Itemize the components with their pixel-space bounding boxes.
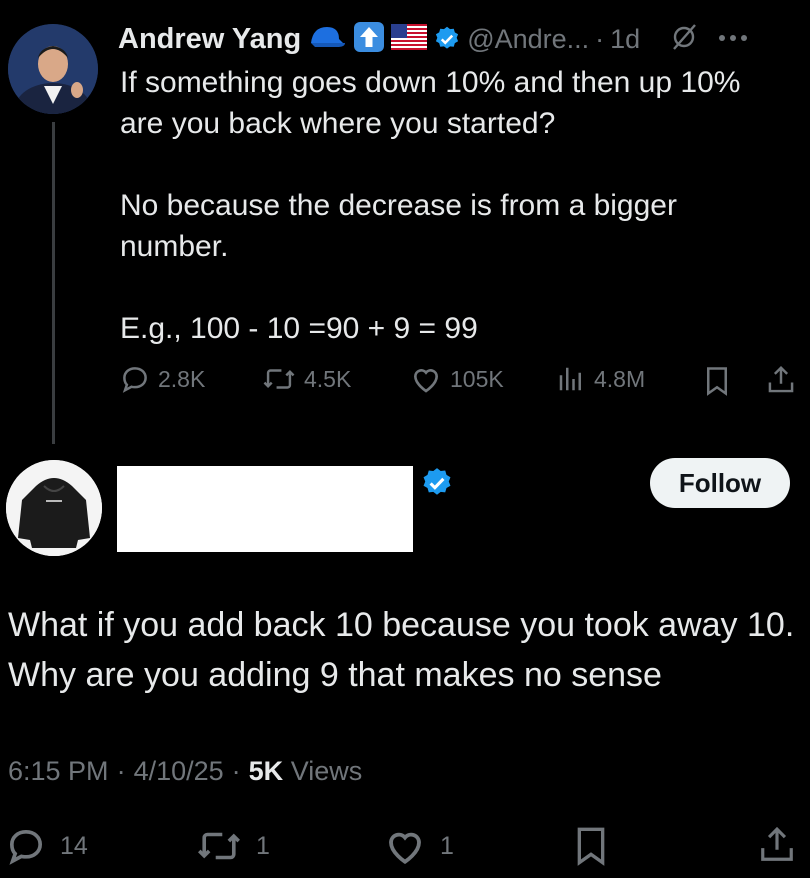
reply-timestamp-row: 6:15 PM · 4/10/25 · 5K Views <box>8 756 362 787</box>
repost-icon <box>198 832 240 860</box>
reply-text: What if you add back 10 because you took… <box>8 606 795 694</box>
heart-icon <box>389 832 421 865</box>
reply-count: 2.8K <box>158 365 206 392</box>
author-name[interactable]: Andrew Yang <box>118 23 301 56</box>
like-action[interactable]: 105K <box>410 364 504 394</box>
reply-views[interactable]: 5K Views <box>249 756 363 787</box>
reply-verified-badge-icon <box>420 466 454 500</box>
reply-views-label: Views <box>290 756 363 786</box>
heart-icon <box>413 369 439 393</box>
reply-repost-action[interactable]: 1 <box>196 826 270 866</box>
repost-count: 4.5K <box>304 365 352 392</box>
reply-action[interactable]: 2.8K <box>120 364 205 394</box>
tweet-header: Andrew Yang @Andre... · 1d <box>118 16 808 62</box>
up-arrow-emoji-icon <box>353 21 385 58</box>
thread-connector-line <box>52 122 55 444</box>
avatar-photo-icon <box>8 24 98 114</box>
share-button[interactable] <box>766 364 796 401</box>
hoodie-avatar-icon <box>6 460 102 556</box>
reply-like-action[interactable]: 1 <box>384 826 454 866</box>
tweet-age[interactable]: 1d <box>610 24 640 55</box>
meta-dot: · <box>116 756 126 786</box>
reply-date[interactable]: 4/10/25 <box>134 756 224 787</box>
reply-like-count: 1 <box>440 831 454 860</box>
grok-icon[interactable] <box>670 23 698 56</box>
follow-button[interactable]: Follow <box>650 458 790 508</box>
verified-badge-icon <box>433 25 461 53</box>
redacted-name-box <box>117 466 413 552</box>
reply-icon <box>9 829 43 865</box>
us-flag-icon <box>391 23 428 55</box>
bookmark-button[interactable] <box>704 366 730 401</box>
share-icon <box>761 826 793 861</box>
meta-separator: · <box>595 23 605 54</box>
repost-action[interactable]: 4.5K <box>262 364 351 394</box>
meta-dot: · <box>231 756 241 786</box>
reply-reply-count: 14 <box>60 831 88 860</box>
views-action[interactable]: 4.8M <box>556 364 645 394</box>
author-handle[interactable]: @Andre... <box>467 24 589 55</box>
tweet-text: If something goes down 10% and then up 1… <box>120 66 741 345</box>
reply-share-button[interactable] <box>758 824 796 871</box>
views-chart-icon <box>559 367 581 391</box>
repost-icon <box>263 369 295 389</box>
more-options-icon[interactable] <box>718 30 748 48</box>
like-count: 105K <box>450 365 504 392</box>
reply-repost-count: 1 <box>256 831 270 860</box>
author-avatar[interactable] <box>8 24 98 114</box>
reply-time[interactable]: 6:15 PM <box>8 756 109 787</box>
reply-icon <box>122 367 147 393</box>
reply-bookmark-button[interactable] <box>574 826 608 871</box>
share-icon <box>768 365 794 393</box>
replier-avatar[interactable] <box>6 460 102 556</box>
reply-views-count: 5K <box>248 756 284 786</box>
bookmark-icon <box>577 827 605 866</box>
bookmark-icon <box>707 367 727 396</box>
view-count: 4.8M <box>594 365 646 392</box>
reply-reply-action[interactable]: 14 <box>6 826 88 866</box>
blue-cap-icon <box>307 23 347 56</box>
